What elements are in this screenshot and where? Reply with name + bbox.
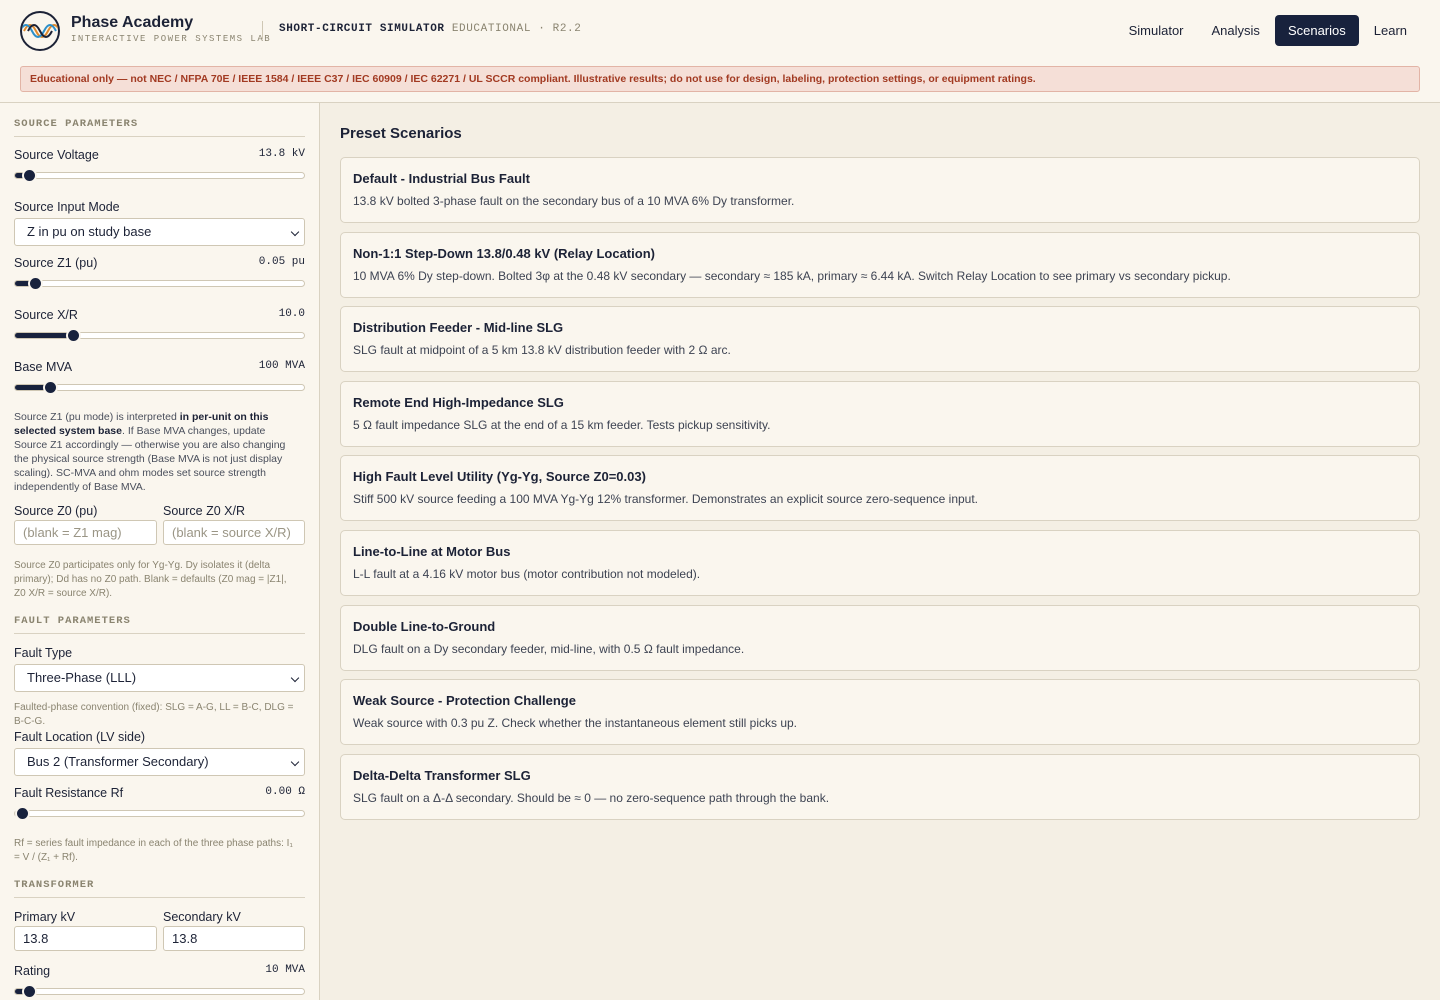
chevron-down-icon <box>290 757 300 767</box>
fault-resistance-slider[interactable] <box>14 806 305 821</box>
scenario-title: Weak Source - Protection Challenge <box>353 693 576 709</box>
top-bar: Phase Academy INTERACTIVE POWER SYSTEMS … <box>0 0 1440 103</box>
scenario-description: SLG fault on a Δ-Δ secondary. Should be … <box>353 790 830 805</box>
disclaimer-banner: Educational only — not NEC / NFPA 70E / … <box>20 66 1420 92</box>
fault-resistance-label: Fault Resistance Rf <box>14 786 124 800</box>
note-text: Source Z1 (pu mode) is interpreted <box>14 411 180 423</box>
fault-location-select[interactable]: Bus 2 (Transformer Secondary) <box>14 748 305 776</box>
source-z0-xr-label: Source Z0 X/R <box>163 504 245 518</box>
source-voltage-slider[interactable] <box>14 168 305 183</box>
parameters-sidebar[interactable]: SOURCE PARAMETERS Source Voltage 13.8 kV… <box>0 103 320 1000</box>
scenario-card-delta-delta-slg[interactable]: Delta-Delta Transformer SLG SLG fault on… <box>340 753 1420 820</box>
scenario-card-double-line-ground[interactable]: Double Line-to-Ground DLG fault on a Dy … <box>340 604 1420 671</box>
fault-location-value: Bus 2 (Transformer Secondary) <box>27 754 209 769</box>
source-z0-xr-input[interactable]: (blank = source X/R) <box>163 520 305 545</box>
page-title: Preset Scenarios <box>340 125 462 142</box>
base-mva-slider[interactable] <box>14 380 305 395</box>
fault-type-select[interactable]: Three-Phase (LLL) <box>14 664 305 692</box>
slider-thumb[interactable] <box>22 168 37 183</box>
slider-thumb[interactable] <box>22 984 37 999</box>
source-input-mode-label: Source Input Mode <box>14 200 120 214</box>
source-z0-label: Source Z0 (pu) <box>14 504 98 518</box>
chevron-down-icon <box>290 227 300 237</box>
source-xr-value: 10.0 <box>278 308 305 320</box>
phase-wave-logo-icon[interactable] <box>20 11 60 51</box>
source-input-mode-select[interactable]: Z in pu on study base <box>14 218 305 246</box>
scenario-card-midline-slg[interactable]: Distribution Feeder - Mid-line SLG SLG f… <box>340 306 1420 373</box>
source-parameters-heading: SOURCE PARAMETERS <box>14 118 305 137</box>
slider-thumb[interactable] <box>28 276 43 291</box>
fault-type-value: Three-Phase (LLL) <box>27 670 137 685</box>
brand-name: Phase Academy <box>71 14 194 31</box>
primary-kv-label: Primary kV <box>14 910 76 924</box>
source-z1-value: 0.05 pu <box>258 256 305 268</box>
scenario-description: 13.8 kV bolted 3-phase fault on the seco… <box>353 194 795 208</box>
scenario-title: Distribution Feeder - Mid-line SLG <box>353 320 564 336</box>
nav-scenarios[interactable]: Scenarios <box>1274 15 1359 46</box>
source-input-mode-value: Z in pu on study base <box>27 224 152 239</box>
source-z0-input[interactable]: (blank = Z1 mag) <box>14 520 157 545</box>
faulted-phase-note: Faulted-phase convention (fixed): SLG = … <box>14 702 294 727</box>
base-mva-value: 100 MVA <box>258 360 305 372</box>
scenario-title: Line-to-Line at Motor Bus <box>353 543 511 559</box>
slider-thumb[interactable] <box>15 806 30 821</box>
scenario-title: Non-1:1 Step-Down 13.8/0.48 kV (Relay Lo… <box>353 245 655 261</box>
scenario-description: Stiff 500 kV source feeding a 100 MVA Yg… <box>353 492 979 507</box>
scenario-list: Default - Industrial Bus Fault 13.8 kV b… <box>340 157 1420 828</box>
fault-resistance-value: 0.00 Ω <box>265 786 305 798</box>
source-z1-note: Source Z1 (pu mode) is interpreted in pe… <box>14 410 299 494</box>
scenario-description: DLG fault on a Dy secondary feeder, mid-… <box>353 641 745 656</box>
secondary-kv-input[interactable]: 13.8 <box>163 926 305 951</box>
slider-thumb[interactable] <box>43 380 58 395</box>
scenario-card-step-down-relay[interactable]: Non-1:1 Step-Down 13.8/0.48 kV (Relay Lo… <box>340 231 1420 298</box>
rating-label: Rating <box>14 964 51 978</box>
scenario-description: 10 MVA 6% Dy step-down. Bolted 3φ at the… <box>353 268 1231 283</box>
scenario-card-line-to-line-motor[interactable]: Line-to-Line at Motor Bus L-L fault at a… <box>340 529 1420 596</box>
scenarios-panel: Preset Scenarios Default - Industrial Bu… <box>320 103 1440 1000</box>
app-title-name: SHORT-CIRCUIT SIMULATOR <box>279 23 445 35</box>
source-xr-label: Source X/R <box>14 308 78 322</box>
brand-subtitle: INTERACTIVE POWER SYSTEMS LAB <box>71 34 272 44</box>
scenario-description: SLG fault at midpoint of a 5 km 13.8 kV … <box>353 343 731 358</box>
scenario-description: L-L fault at a 4.16 kV motor bus (motor … <box>353 566 701 581</box>
source-z0-note: Source Z0 participates only for Yg-Yg. D… <box>14 560 287 599</box>
scenario-title: Delta-Delta Transformer SLG <box>353 767 531 783</box>
scenario-title: Double Line-to-Ground <box>353 618 496 634</box>
scenario-card-industrial-bus-fault[interactable]: Default - Industrial Bus Fault 13.8 kV b… <box>340 157 1420 223</box>
scenario-description: 5 Ω fault impedance SLG at the end of a … <box>353 417 771 432</box>
fault-type-label: Fault Type <box>14 646 73 660</box>
rating-value: 10 MVA <box>265 964 305 976</box>
app-title: SHORT-CIRCUIT SIMULATOR EDUCATIONAL · R2… <box>279 23 581 35</box>
transformer-heading: TRANSFORMER <box>14 879 305 898</box>
primary-kv-input[interactable]: 13.8 <box>14 926 157 951</box>
fault-parameters-heading: FAULT PARAMETERS <box>14 615 305 634</box>
scenario-title: Default - Industrial Bus Fault <box>353 171 530 186</box>
fault-location-label: Fault Location (LV side) <box>14 730 146 744</box>
chevron-down-icon <box>290 673 300 683</box>
nav-analysis[interactable]: Analysis <box>1199 15 1273 46</box>
scenario-title: Remote End High-Impedance SLG <box>353 394 564 410</box>
scenario-description: Weak source with 0.3 pu Z. Check whether… <box>353 716 798 731</box>
base-mva-label: Base MVA <box>14 360 73 374</box>
source-voltage-label: Source Voltage <box>14 148 99 162</box>
scenario-card-weak-source[interactable]: Weak Source - Protection Challenge Weak … <box>340 679 1420 746</box>
source-xr-slider[interactable] <box>14 328 305 343</box>
app-title-edition: EDUCATIONAL · R2.2 <box>451 23 582 35</box>
source-z1-label: Source Z1 (pu) <box>14 256 98 270</box>
slider-thumb[interactable] <box>66 328 81 343</box>
rating-slider[interactable] <box>14 984 305 999</box>
source-z1-slider[interactable] <box>14 276 305 291</box>
scenario-card-high-fault-level[interactable]: High Fault Level Utility (Yg-Yg, Source … <box>340 455 1420 522</box>
nav-simulator[interactable]: Simulator <box>1116 15 1197 46</box>
source-voltage-value: 13.8 kV <box>258 148 305 160</box>
fault-resistance-note: Rf = series fault impedance in each of t… <box>14 838 293 863</box>
header-divider <box>262 21 263 39</box>
scenario-card-remote-high-impedance[interactable]: Remote End High-Impedance SLG 5 Ω fault … <box>340 380 1420 447</box>
main-nav: Simulator Analysis Scenarios Learn <box>1114 15 1420 46</box>
nav-learn[interactable]: Learn <box>1361 15 1420 46</box>
scenario-title: High Fault Level Utility (Yg-Yg, Source … <box>353 469 646 485</box>
secondary-kv-label: Secondary kV <box>163 910 241 924</box>
